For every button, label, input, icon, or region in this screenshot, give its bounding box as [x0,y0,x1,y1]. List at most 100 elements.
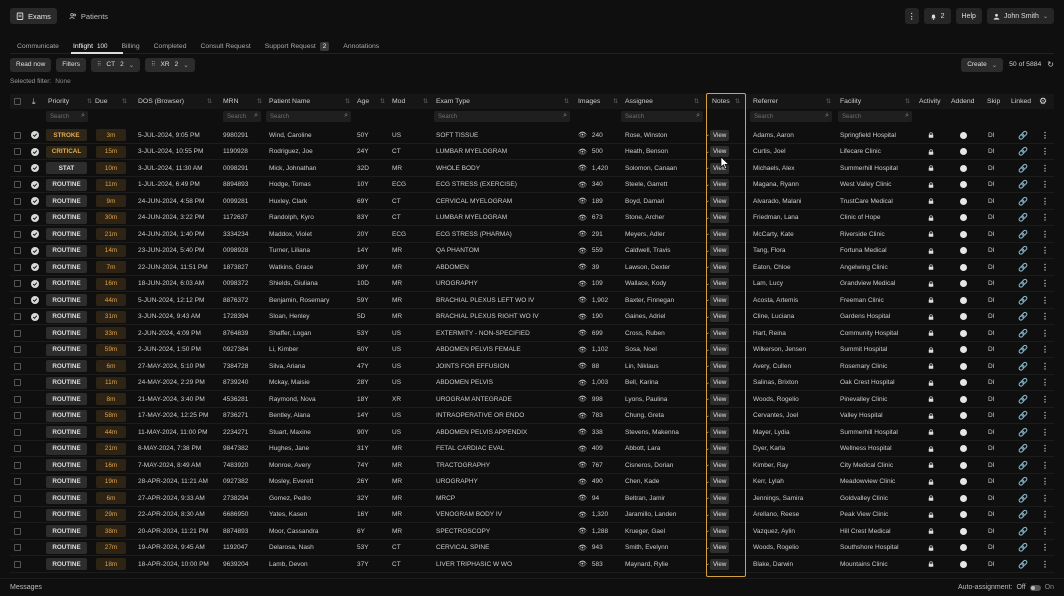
row-checkbox[interactable] [14,358,21,374]
skip-cell[interactable]: DI [988,540,995,556]
linked-cell[interactable]: 🔗 [1018,276,1028,292]
skip-cell[interactable]: DI [988,193,995,209]
activity-cell[interactable] [928,424,934,440]
lock-icon[interactable] [928,544,934,551]
help-button[interactable]: Help [955,8,982,24]
table-row[interactable]: ROUTINE 21m 24-JUN-2024, 1:40 PM 3334234… [10,226,1054,243]
table-row[interactable]: ROUTINE 30m 24-JUN-2024, 3:22 PM 1172637… [10,210,1054,226]
addend-dot-icon[interactable] [960,230,967,238]
lock-icon[interactable] [928,363,934,369]
assignee-dropdown[interactable]: Stevens, Makenna ⌄ [625,424,713,440]
row-menu-cell[interactable]: ⋮ [1041,523,1049,539]
link-icon[interactable]: 🔗 [1018,461,1028,470]
eye-icon[interactable]: 👁 [578,544,587,552]
skip-cell[interactable]: DI [988,342,995,358]
table-row[interactable]: ROUTINE 29m 22-APR-2024, 8:30 AM 6686950… [10,507,1054,523]
images-cell[interactable]: 👁 240 [578,127,622,143]
linked-cell[interactable]: 🔗 [1018,177,1028,193]
skip-cell[interactable]: DI [988,375,995,391]
eye-icon[interactable]: 👁 [578,214,587,222]
table-row[interactable]: ROUTINE 27m 19-APR-2024, 9:45 AM 1192047… [10,540,1054,556]
patient-name-cell[interactable]: Hughes, Jane [269,441,354,457]
addend-dot-icon[interactable] [960,362,967,370]
linked-cell[interactable]: 🔗 [1018,375,1028,391]
addend-dot-icon[interactable] [960,280,967,287]
row-menu-cell[interactable]: ⋮ [1041,474,1049,490]
row-checkbox[interactable] [14,556,21,572]
view-notes-button[interactable]: View [710,129,730,141]
read-now-button[interactable]: Read now [10,57,52,72]
skip-cell[interactable]: DI [988,292,995,308]
refresh-icon[interactable]: ↻ [1047,60,1054,69]
addend-cell[interactable] [960,424,967,440]
eye-icon[interactable]: 👁 [578,379,587,387]
activity-cell[interactable] [928,540,934,556]
patient-name-cell[interactable]: Moor, Cassandra [269,523,354,539]
skip-cell[interactable]: DI [988,408,995,424]
addend-cell[interactable] [960,127,967,143]
eye-icon[interactable]: 👁 [578,527,587,535]
row-menu-cell[interactable]: ⋮ [1041,226,1049,242]
skip-cell[interactable]: DI [988,309,995,325]
row-checkbox[interactable] [14,193,21,209]
table-row[interactable]: ROUTINE 44m 11-MAY-2024, 11:00 PM 223427… [10,424,1054,441]
lock-icon[interactable] [928,247,934,254]
link-icon[interactable]: 🔗 [1018,329,1028,338]
linked-cell[interactable]: 🔗 [1018,507,1028,523]
view-notes-button[interactable]: View [710,393,730,405]
assignee-dropdown[interactable]: Steele, Garrett ⌄ [625,177,713,193]
addend-cell[interactable] [960,540,967,556]
images-cell[interactable]: 👁 189 [578,193,622,209]
activity-cell[interactable] [928,358,934,374]
activity-cell[interactable] [928,375,934,391]
view-notes-button[interactable]: View [710,212,730,223]
linked-cell[interactable]: 🔗 [1018,127,1028,143]
column-exam-type[interactable]: Exam Type ⇅ [436,94,573,109]
lock-icon[interactable] [928,297,934,303]
view-notes-button[interactable]: View [710,492,730,504]
link-icon[interactable]: 🔗 [1018,428,1028,437]
eye-icon[interactable]: 👁 [578,346,587,354]
activity-cell[interactable] [928,127,934,143]
linked-cell[interactable]: 🔗 [1018,523,1028,539]
addend-dot-icon[interactable] [960,329,967,337]
table-row[interactable]: ROUTINE 9m 24-JUN-2024, 4:58 PM 0099281 … [10,193,1054,210]
addend-cell[interactable] [960,276,967,292]
skip-cell[interactable]: DI [988,144,995,160]
images-cell[interactable]: 👁 340 [578,177,622,193]
row-menu-cell[interactable]: ⋮ [1041,309,1049,325]
patient-name-cell[interactable]: Benjamin, Rosemary [269,292,354,308]
link-icon[interactable]: 🔗 [1018,279,1028,288]
eye-icon[interactable]: 👁 [578,329,587,337]
assignee-dropdown[interactable]: Cross, Ruben ⌄ [625,325,713,341]
images-cell[interactable]: 👁 1,420 [578,160,622,176]
skip-cell[interactable]: DI [988,325,995,341]
column-skip[interactable]: Skip [987,94,1000,109]
filter-chip-xr[interactable]: ⠿ XR 2 ⌄ [145,57,195,72]
activity-cell[interactable] [928,523,934,539]
row-checkbox[interactable] [14,325,21,341]
linked-cell[interactable]: 🔗 [1018,457,1028,473]
kebab-icon[interactable]: ⋮ [1041,560,1049,569]
link-icon[interactable]: 🔗 [1018,560,1028,569]
column-addend[interactable]: Addend [951,94,974,109]
kebab-icon[interactable]: ⋮ [1041,197,1049,206]
eye-icon[interactable]: 👁 [578,511,587,519]
activity-cell[interactable] [928,556,934,572]
assignee-dropdown[interactable]: Rose, Winston ⌄ [625,127,713,143]
activity-cell[interactable] [928,177,934,193]
assignee-dropdown[interactable]: Krueger, Gael ⌄ [625,523,713,539]
column-mrn[interactable]: MRN ⇅ [223,94,266,109]
lock-icon[interactable] [928,280,934,287]
linked-cell[interactable]: 🔗 [1018,540,1028,556]
lock-icon[interactable] [928,181,934,188]
row-menu-cell[interactable]: ⋮ [1041,342,1049,358]
kebab-icon[interactable]: ⋮ [1041,147,1049,156]
view-notes-button[interactable]: View [710,195,730,207]
row-checkbox[interactable] [14,474,21,490]
table-row[interactable]: ROUTINE 31m 3-JUN-2024, 9:43 AM 1728394 … [10,309,1054,325]
kebab-icon[interactable]: ⋮ [1041,263,1049,272]
eye-icon[interactable]: 👁 [578,362,587,370]
select-all-checkbox[interactable] [14,94,21,109]
eye-icon[interactable]: 👁 [578,181,587,189]
